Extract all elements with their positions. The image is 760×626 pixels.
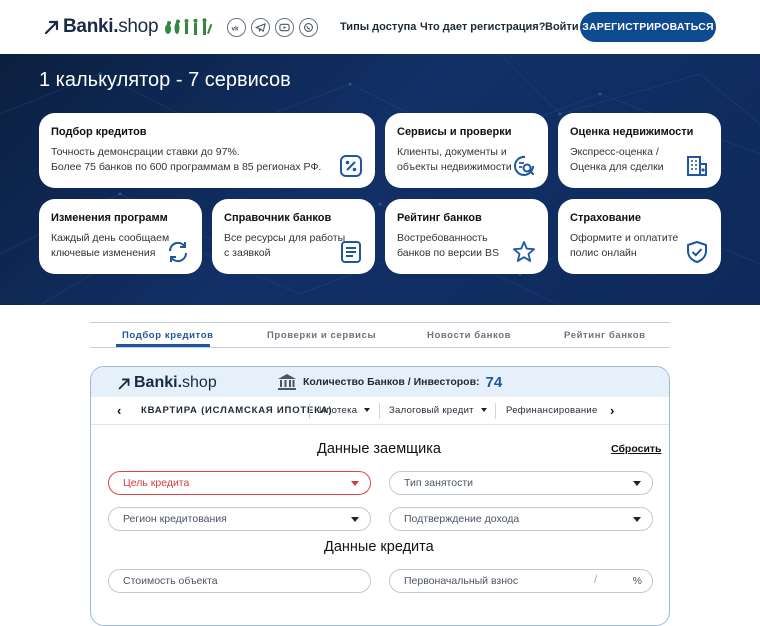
site-logo[interactable]: Banki.shop [44, 16, 214, 38]
card-bank-directory[interactable]: Справочник банков Все ресурсы для работы… [212, 199, 375, 274]
card-title: Рейтинг банков [397, 212, 482, 224]
card-title: Изменения программ [51, 212, 168, 224]
widget-brand: Banki.shop [134, 374, 217, 391]
filter-mortgage[interactable]: Ипотека [319, 405, 371, 416]
card-services-checks[interactable]: Сервисы и проверки Клиенты, документы ио… [385, 113, 548, 188]
percent-icon [340, 155, 362, 177]
star-icon [513, 241, 535, 262]
bank-building-icon [278, 374, 296, 390]
tab-loan-selection[interactable]: Подбор кредитов [122, 330, 214, 341]
filter-divider [495, 403, 496, 419]
telegram-icon[interactable] [251, 18, 270, 37]
chevron-down-icon [633, 481, 641, 486]
site-header: Banki.shop vk Типы доступа Что дает реги… [0, 0, 760, 54]
logo-arrow-icon [44, 20, 59, 35]
nav-access-types[interactable]: Типы доступа [340, 21, 416, 33]
card-insurance[interactable]: Страхование Оформите и оплатите полис онл… [558, 199, 721, 274]
card-description: Точность демонсрации ставки до 97%. Более… [51, 146, 322, 173]
logo-arrow-icon [118, 378, 130, 389]
social-links: vk [227, 18, 318, 37]
credit-section-title: Данные кредита [324, 539, 434, 555]
tab-bank-news[interactable]: Новости банков [427, 330, 511, 341]
chevron-down-icon [633, 517, 641, 522]
filter-divider [379, 403, 380, 419]
property-cost-input[interactable]: Стоимость объекта [108, 569, 371, 593]
vk-icon[interactable]: vk [227, 18, 246, 37]
card-title: Оценка недвижимости [570, 126, 694, 138]
income-proof-select[interactable]: Подтверждение дохода [389, 507, 653, 531]
widget-header: Banki.shop Количество Банков / Инвесторо… [91, 367, 669, 397]
product-filters: ‹ КВАРТИРА (ИСЛАМСКАЯ ИПОТЕКА) Ипотека З… [91, 397, 669, 425]
card-property-valuation[interactable]: Оценка недвижимости Экспресс-оценка / Оце… [558, 113, 721, 188]
hero-title: 1 калькулятор - 7 сервисов [39, 69, 291, 91]
card-bank-rating[interactable]: Рейтинг банков Востребованность банков по… [385, 199, 548, 274]
refresh-icon [168, 241, 188, 263]
card-title: Подбор кредитов [51, 126, 147, 138]
tab-bank-rating[interactable]: Рейтинг банков [564, 330, 646, 341]
chevron-down-icon [480, 408, 487, 413]
loan-region-select[interactable]: Регион кредитования [108, 507, 371, 531]
search-doc-icon [514, 155, 534, 176]
card-program-changes[interactable]: Изменения программ Каждый день сообщаем к… [39, 199, 202, 274]
chevron-down-icon [351, 481, 359, 486]
widget-logo: Banki.shop [118, 374, 217, 392]
chevron-right-icon[interactable]: › [610, 403, 614, 418]
whatsapp-icon[interactable] [299, 18, 318, 37]
hero-section: 1 калькулятор - 7 сервисов Подбор кредит… [0, 54, 760, 305]
tab-checks-services[interactable]: Проверки и сервисы [267, 330, 376, 341]
brand-name: Banki.shop [63, 16, 159, 37]
percent-unit: % [632, 575, 642, 587]
down-payment-input[interactable]: Первоначальный взнос / % [389, 569, 653, 593]
borrower-section-title: Данные заемщика [317, 441, 441, 457]
youtube-icon[interactable] [275, 18, 294, 37]
calculator-widget: Banki.shop Количество Банков / Инвесторо… [90, 366, 670, 626]
bank-count-label: Количество Банков / Инвесторов: [303, 376, 480, 388]
loan-purpose-select[interactable]: Цель кредита [108, 471, 371, 495]
card-loan-selection[interactable]: Подбор кредитов Точность демонсрации ста… [39, 113, 375, 188]
reset-link[interactable]: Сбросить [611, 443, 662, 455]
filter-secured-loan[interactable]: Залоговый кредит [389, 405, 487, 416]
nav-login[interactable]: Войти [545, 21, 579, 33]
building-icon [687, 156, 707, 176]
bank-count: Количество Банков / Инвесторов: 74 [277, 373, 502, 391]
card-title: Справочник банков [224, 212, 332, 224]
card-title: Страхование [570, 212, 641, 224]
nav-registration-benefits[interactable]: Что дает регистрация? [420, 21, 545, 33]
employment-type-select[interactable]: Тип занятости [389, 471, 653, 495]
svg-text:vk: vk [231, 25, 239, 32]
document-icon [341, 241, 361, 263]
unit-separator: / [593, 574, 597, 586]
filter-product-type[interactable]: КВАРТИРА (ИСЛАМСКАЯ ИПОТЕКА) [141, 405, 332, 416]
chevron-down-icon [364, 408, 371, 413]
register-button[interactable]: ЗАРЕГИСТРИРОВАТЬСЯ [580, 12, 716, 42]
shield-icon [687, 241, 707, 263]
bank-count-value: 74 [485, 373, 503, 391]
chevron-left-icon[interactable]: ‹ [117, 403, 121, 418]
chevron-down-icon [351, 517, 359, 522]
filter-divider [309, 403, 310, 419]
card-title: Сервисы и проверки [397, 126, 512, 138]
evolution-figures-icon [165, 18, 213, 35]
active-tab-indicator [116, 344, 210, 347]
filter-refinancing[interactable]: Рефинансирование [506, 405, 598, 416]
